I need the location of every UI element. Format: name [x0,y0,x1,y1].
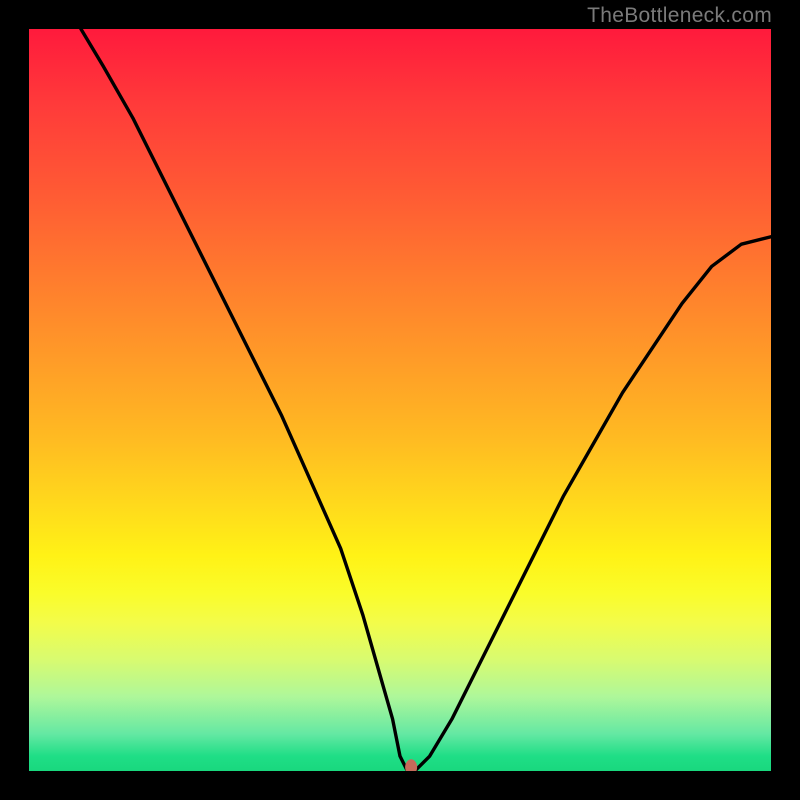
chart-frame: TheBottleneck.com [0,0,800,800]
watermark-label: TheBottleneck.com [587,4,772,28]
curve-svg [29,29,771,771]
min-marker [405,759,417,771]
plot-area [29,29,771,771]
bottleneck-curve-path [81,29,771,771]
